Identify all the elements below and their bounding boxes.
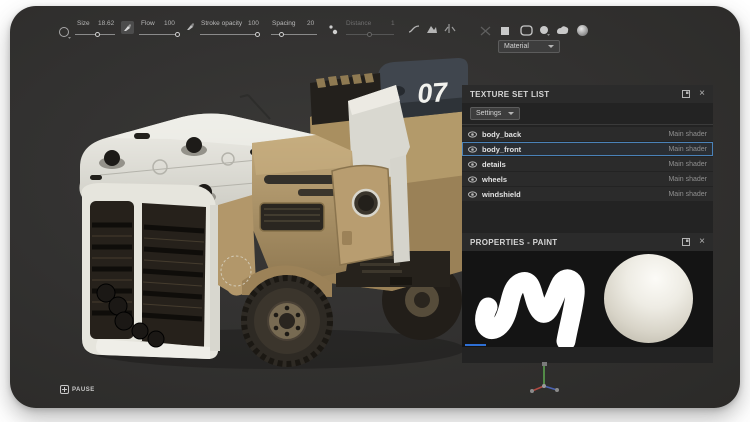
texture-set-row-body_back[interactable]: body_back Main shader <box>462 127 713 141</box>
axis-gizmo <box>528 358 562 396</box>
front-grille-right <box>140 203 206 347</box>
texture-set-name: wheels <box>482 175 668 184</box>
visibility-eye-icon[interactable] <box>468 160 477 169</box>
texture-set-name: windshield <box>482 190 668 199</box>
size-value[interactable]: 18.62 <box>98 20 114 27</box>
scrollbar-accent[interactable] <box>465 344 486 347</box>
texture-set-list-panel: TEXTURE SET LIST × Settings body_back <box>462 85 713 233</box>
texture-set-row-body_front[interactable]: body_front Main shader <box>462 142 713 156</box>
visibility-eye-icon[interactable] <box>468 175 477 184</box>
symmetry-icon[interactable] <box>444 23 456 34</box>
front-wheel <box>241 275 333 367</box>
flow-label: Flow <box>141 20 155 27</box>
texture-set-row-windshield[interactable]: windshield Main shader <box>462 187 713 201</box>
visibility-eye-icon[interactable] <box>468 130 477 139</box>
rounded-stamp-icon[interactable] <box>520 25 533 36</box>
stroke-opacity-slider[interactable] <box>200 34 260 35</box>
cab-door <box>332 165 392 265</box>
texture-set-name: body_front <box>482 145 668 154</box>
popout-icon[interactable] <box>682 90 690 98</box>
texture-set-name: body_back <box>482 130 668 139</box>
material-dropdown[interactable]: Material <box>498 40 560 53</box>
chevron-down-icon <box>508 112 514 115</box>
properties-panel-header[interactable]: PROPERTIES - PAINT × <box>462 233 713 251</box>
brush-alpha-button[interactable] <box>121 21 134 34</box>
texture-set-shader: Main shader <box>668 146 707 153</box>
popout-icon[interactable] <box>682 238 690 246</box>
turret-number: 07 <box>416 77 450 109</box>
brush-preview-icon[interactable] <box>58 26 72 40</box>
brush-stroke-preview <box>466 251 596 347</box>
spacing-label: Spacing <box>272 20 296 27</box>
settings-dropdown[interactable]: Settings <box>470 107 520 120</box>
brush-icon-2[interactable] <box>186 22 195 31</box>
material-dropdown-value: Material <box>504 43 529 50</box>
flow-slider[interactable] <box>139 34 179 35</box>
texture-set-shader: Main shader <box>668 131 707 138</box>
spacing-slider[interactable] <box>271 34 317 35</box>
chevron-down-icon <box>548 45 554 48</box>
texture-set-rows: body_back Main shader body_front Main sh… <box>462 125 713 201</box>
stroke-opacity-value[interactable]: 100 <box>248 20 259 27</box>
pause-icon <box>60 385 69 394</box>
brush-icon <box>123 23 132 32</box>
texture-set-list-header[interactable]: TEXTURE SET LIST × <box>462 85 713 103</box>
settings-dropdown-label: Settings <box>476 110 501 117</box>
panel-title: TEXTURE SET LIST <box>470 90 682 99</box>
texture-set-row-wheels[interactable]: wheels Main shader <box>462 172 713 186</box>
stroke-opacity-label: Stroke opacity <box>201 20 242 27</box>
close-icon[interactable]: × <box>699 237 705 247</box>
flow-value[interactable]: 100 <box>164 20 175 27</box>
brush-preview-area[interactable] <box>462 251 713 347</box>
visibility-eye-icon[interactable] <box>468 190 477 199</box>
spacing-value[interactable]: 20 <box>307 20 314 27</box>
distance-label: Distance <box>346 20 371 27</box>
texture-set-toolbar: Settings <box>462 103 713 125</box>
pause-indicator[interactable]: PAUSE <box>60 385 95 394</box>
size-label: Size <box>77 20 90 27</box>
texture-set-shader: Main shader <box>668 176 707 183</box>
material-preview-sphere <box>604 254 693 343</box>
texture-set-name: details <box>482 160 668 169</box>
close-icon[interactable]: × <box>699 89 705 99</box>
alignment-icon[interactable] <box>426 23 438 34</box>
size-slider[interactable] <box>75 34 115 35</box>
circle-brush-icon[interactable] <box>539 25 550 36</box>
stroke-dots-icon[interactable] <box>328 24 338 36</box>
panel-title: PROPERTIES - PAINT <box>470 238 682 247</box>
distance-slider <box>346 34 394 35</box>
visibility-eye-icon[interactable] <box>468 145 477 154</box>
app-window: 07 <box>10 6 740 408</box>
properties-paint-panel: PROPERTIES - PAINT × <box>462 233 713 363</box>
mirror-stick <box>240 95 270 119</box>
blob-brush-icon[interactable] <box>555 25 569 36</box>
texture-set-shader: Main shader <box>668 161 707 168</box>
distance-value: 1 <box>391 20 395 27</box>
texture-set-row-details[interactable]: details Main shader <box>462 157 713 171</box>
material-sphere-icon[interactable] <box>576 24 589 37</box>
texture-set-shader: Main shader <box>668 191 707 198</box>
square-stamp-icon[interactable] <box>500 26 510 36</box>
pause-label: PAUSE <box>72 387 95 393</box>
lazy-mouse-icon[interactable] <box>480 26 491 36</box>
viewport-3d-model[interactable]: 07 <box>60 55 470 370</box>
falloff-curve-icon[interactable] <box>408 24 420 34</box>
